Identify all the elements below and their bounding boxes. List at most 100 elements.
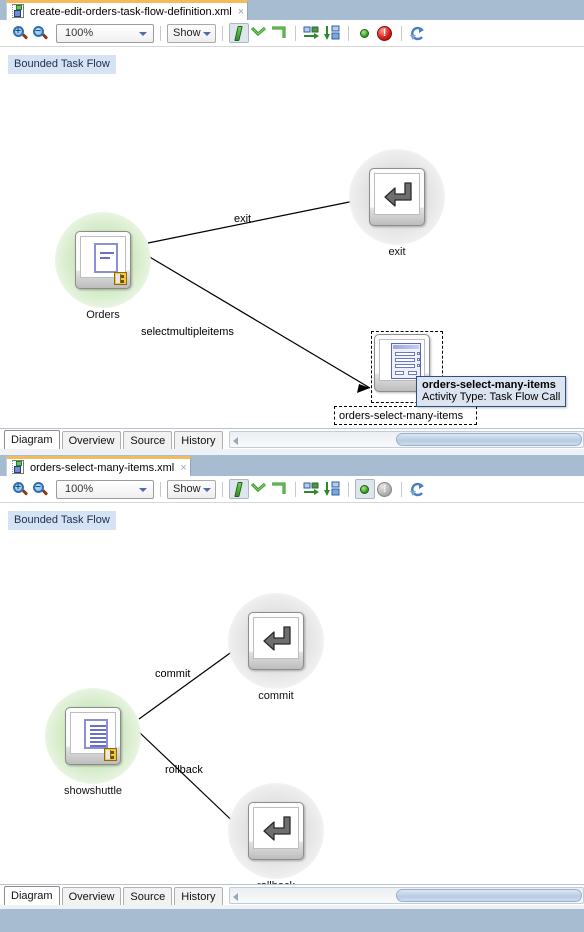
tab-overview[interactable]: Overview: [61, 431, 122, 449]
scroll-left-icon[interactable]: [232, 437, 238, 445]
tab-source[interactable]: Source: [123, 431, 173, 449]
chevron-down-icon: [202, 487, 211, 492]
page-glyph: [84, 719, 108, 749]
node-label: exit: [388, 246, 406, 258]
align-horizontal-icon: [303, 25, 321, 41]
status-ok-dot-icon: [360, 28, 370, 38]
scrollbar-thumb[interactable]: [395, 889, 582, 902]
editor-panel-orders-select-many-items: orders-select-many-items.xml × + − 100%: [0, 456, 584, 932]
close-icon[interactable]: ×: [180, 462, 186, 473]
straight-line-button[interactable]: [228, 479, 249, 499]
node-label-orders-select-many-items: orders-select-many-items: [339, 410, 464, 422]
chevron-down-icon: [139, 31, 147, 36]
return-activity-icon: [248, 612, 304, 670]
diagram-toolbar-1: + − 100% Show !: [0, 20, 584, 47]
diagram-canvas-1[interactable]: Bounded Task Flow exit selectmultipleite…: [0, 47, 584, 428]
document-tab-strip-2: orders-select-many-items.xml ×: [0, 456, 584, 476]
close-icon[interactable]: ×: [238, 6, 244, 17]
view-activity-icon: [65, 707, 121, 765]
bent-line-icon: [250, 481, 268, 497]
orthogonal-line-icon: [270, 481, 288, 497]
edge-label-commit: commit: [155, 668, 191, 680]
refresh-button[interactable]: [408, 479, 428, 499]
scroll-left-icon[interactable]: [232, 893, 238, 901]
show-menu-button[interactable]: Show: [167, 23, 216, 43]
refresh-icon: [409, 482, 426, 497]
page-fragment-badge-icon: [104, 748, 117, 761]
align-button[interactable]: [302, 479, 322, 499]
view-activity-icon: [75, 231, 131, 289]
toolbar-separator: [347, 481, 349, 497]
status-ok-button[interactable]: [354, 479, 375, 499]
page-fragment-badge-icon: [114, 272, 127, 285]
zoom-level-combo[interactable]: 100%: [56, 479, 154, 499]
diagram-canvas-2[interactable]: Bounded Task Flow commit rollback showsh…: [0, 503, 584, 884]
zoom-in-icon: +: [12, 25, 28, 41]
toolbar-separator: [221, 25, 223, 41]
tab-history[interactable]: History: [174, 887, 223, 905]
show-menu-label: Show: [173, 483, 201, 495]
zoom-level-combo[interactable]: 100%: [56, 23, 154, 43]
straight-line-icon: [230, 25, 248, 41]
toolbar-separator: [221, 481, 223, 497]
return-arrow-icon: [263, 626, 291, 651]
chevron-down-icon: [139, 487, 147, 492]
document-tab-label: create-edit-orders-task-flow-definition.…: [30, 5, 232, 18]
distribute-vertical-icon: [323, 481, 341, 497]
straight-line-icon: [230, 481, 248, 497]
distribute-button[interactable]: [322, 23, 342, 43]
status-ok-button[interactable]: [355, 23, 375, 43]
zoom-out-button[interactable]: −: [30, 23, 50, 43]
zoom-in-button[interactable]: +: [10, 479, 30, 499]
distribute-vertical-icon: [323, 25, 341, 41]
node-label: commit: [258, 690, 294, 702]
toolbar-separator: [294, 481, 296, 497]
bent-line-button[interactable]: [249, 23, 269, 43]
diagram-toolbar-2: + − 100% Show !: [0, 476, 584, 503]
document-tab-orders-select-many-items[interactable]: orders-select-many-items.xml ×: [6, 456, 191, 476]
node-label: Orders: [86, 309, 120, 321]
status-error-button[interactable]: !: [375, 23, 395, 43]
horizontal-scrollbar-1[interactable]: [228, 431, 584, 448]
edge-label-rollback: rollback: [165, 764, 203, 776]
zoom-in-button[interactable]: +: [10, 23, 30, 43]
orthogonal-line-button[interactable]: [269, 23, 289, 43]
straight-line-button[interactable]: [228, 23, 249, 43]
return-arrow-icon: [263, 816, 291, 841]
show-menu-button[interactable]: Show: [167, 479, 216, 499]
horizontal-scrollbar-2[interactable]: [228, 887, 584, 904]
refresh-button[interactable]: [408, 23, 428, 43]
orthogonal-line-icon: [270, 25, 288, 41]
page-glyph: [94, 243, 118, 273]
refresh-icon: [409, 26, 426, 41]
align-horizontal-icon: [303, 481, 321, 497]
chevron-down-icon: [202, 31, 211, 36]
tab-diagram[interactable]: Diagram: [4, 886, 60, 905]
document-tab-label: orders-select-many-items.xml: [30, 461, 175, 474]
scrollbar-thumb[interactable]: [395, 433, 582, 446]
tab-diagram[interactable]: Diagram: [4, 430, 60, 449]
return-arrow-icon: [384, 182, 412, 207]
bent-line-icon: [250, 25, 268, 41]
distribute-button[interactable]: [322, 479, 342, 499]
zoom-out-icon: −: [32, 481, 48, 497]
tab-source[interactable]: Source: [123, 887, 173, 905]
status-error-button[interactable]: !: [375, 479, 395, 499]
toolbar-separator: [160, 481, 161, 497]
return-activity-icon: [248, 802, 304, 860]
tab-history[interactable]: History: [174, 431, 223, 449]
zoom-level-value: 100%: [65, 27, 94, 39]
bent-line-button[interactable]: [249, 479, 269, 499]
orthogonal-line-button[interactable]: [269, 479, 289, 499]
zoom-out-icon: −: [32, 25, 48, 41]
align-button[interactable]: [302, 23, 322, 43]
document-tab-create-edit-orders[interactable]: create-edit-orders-task-flow-definition.…: [6, 0, 249, 20]
tab-overview[interactable]: Overview: [61, 887, 122, 905]
zoom-out-button[interactable]: −: [30, 479, 50, 499]
task-flow-glyph: [391, 343, 421, 379]
node-label: showshuttle: [63, 785, 123, 797]
status-ok-dot-icon: [360, 484, 370, 494]
task-flow-file-icon: [11, 460, 26, 475]
edge-label-selectmultipleitems: selectmultipleitems: [141, 326, 234, 338]
toolbar-separator: [400, 481, 402, 497]
